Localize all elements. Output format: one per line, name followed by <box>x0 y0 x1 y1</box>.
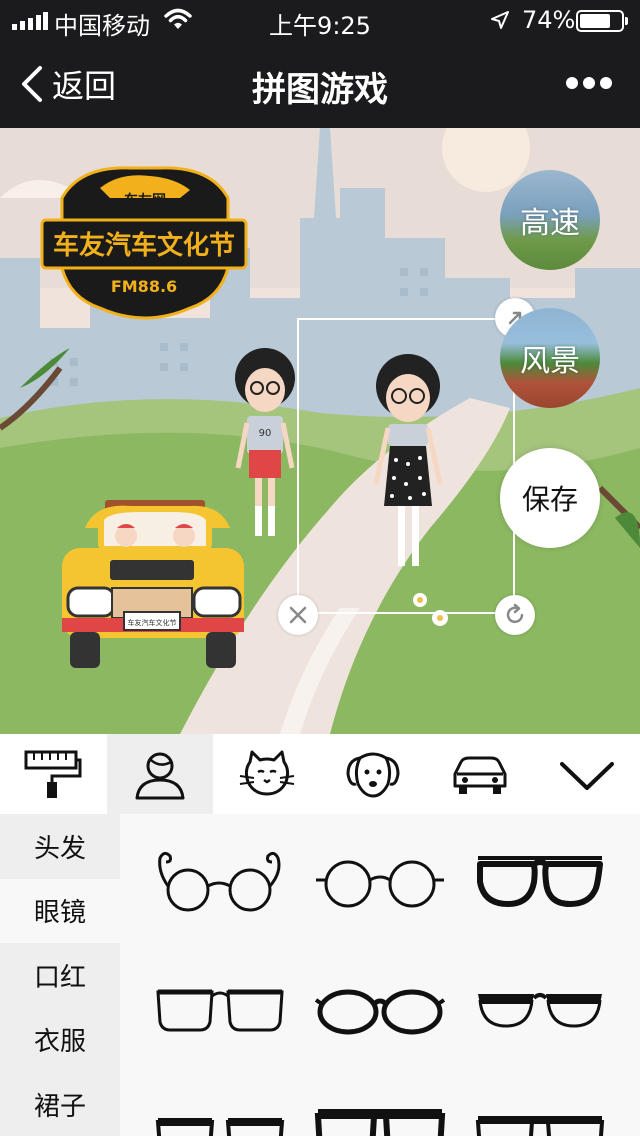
glasses-item[interactable] <box>474 842 606 922</box>
more-dot-icon <box>566 77 578 89</box>
glasses-item[interactable] <box>154 842 286 922</box>
status-bar: 中国移动 上午9:25 74% <box>0 0 640 40</box>
more-button[interactable] <box>566 76 612 90</box>
glasses-item[interactable] <box>314 842 446 922</box>
scenery-scene-button[interactable]: 风景 <box>500 308 600 408</box>
glasses-item[interactable] <box>474 1096 606 1136</box>
category-item-hair[interactable]: 头发 <box>0 814 120 879</box>
category-list: 头发 眼镜 口红 衣服 裙子 <box>0 814 120 1136</box>
more-dot-icon <box>583 77 595 89</box>
battery-icon <box>576 10 628 32</box>
location-arrow-icon <box>491 11 509 29</box>
battery-percent: 74% <box>522 6 576 34</box>
car-icon <box>453 756 507 794</box>
cat-icon <box>239 750 295 796</box>
page-title: 拼图游戏 <box>252 70 388 110</box>
category-label: 衣服 <box>33 1027 86 1058</box>
curly-round-glasses-icon <box>158 851 281 912</box>
highway-label: 高速 <box>520 206 580 241</box>
tab-background[interactable] <box>0 734 106 814</box>
paint-roller-icon <box>24 750 82 798</box>
round-thin-glasses-icon <box>316 860 444 908</box>
delete-handle[interactable] <box>278 595 318 635</box>
category-item-glasses[interactable]: 眼镜 <box>0 878 120 943</box>
glasses-item[interactable] <box>314 1096 446 1136</box>
shirt-number: 90 <box>259 428 272 439</box>
partial-glasses-icon <box>475 1116 605 1136</box>
glasses-item[interactable] <box>154 970 286 1050</box>
category-item-lipstick[interactable]: 口红 <box>0 943 120 1008</box>
license-plate-text: 车友汽车文化节 <box>128 618 177 627</box>
glasses-item[interactable] <box>154 1096 286 1136</box>
partial-glasses-icon <box>314 1109 446 1136</box>
tab-person[interactable] <box>107 734 213 814</box>
aviator-bold-glasses-icon <box>477 856 603 907</box>
more-dot-icon <box>600 77 612 89</box>
rotate-icon <box>506 603 524 624</box>
scenery-label: 风景 <box>520 344 580 379</box>
tab-expand[interactable] <box>534 734 640 814</box>
save-label: 保存 <box>521 483 578 516</box>
tab-dog[interactable] <box>320 734 426 814</box>
category-item-clothes[interactable]: 衣服 <box>0 1008 120 1073</box>
close-icon <box>289 606 307 624</box>
chevron-down-icon <box>560 762 614 790</box>
selection-frame[interactable] <box>297 318 515 614</box>
category-tab-bar <box>0 734 640 814</box>
tab-car[interactable] <box>427 734 533 814</box>
category-item-skirt[interactable]: 裙子 <box>0 1072 120 1137</box>
glasses-item[interactable] <box>474 970 606 1050</box>
save-button[interactable]: 保存 <box>500 448 600 548</box>
nav-bar: 返回 拼图游戏 <box>0 40 640 128</box>
puzzle-canvas[interactable]: 车友网 车友汽车文化节 FM88.6 90 车友汽车文化节 高速 风景 保存 <box>0 128 640 734</box>
category-label: 裙子 <box>33 1091 86 1122</box>
tab-cat[interactable] <box>214 734 320 814</box>
oval-bold-glasses-icon <box>314 989 446 1035</box>
rotate-handle[interactable] <box>495 595 535 635</box>
logo-top-text: 车友网 <box>124 192 166 209</box>
person-icon <box>135 752 185 800</box>
logo-sub-text: FM88.6 <box>111 277 177 296</box>
square-thin-glasses-icon <box>156 989 284 1032</box>
category-label: 头发 <box>33 833 86 864</box>
glasses-item[interactable] <box>314 970 446 1050</box>
category-label: 口红 <box>33 962 86 993</box>
logo-main-text: 车友汽车文化节 <box>53 230 235 261</box>
partial-glasses-icon <box>155 1118 285 1136</box>
browline-glasses-icon <box>478 993 602 1028</box>
dog-icon <box>346 752 400 798</box>
item-grid <box>120 814 640 1136</box>
highway-scene-button[interactable]: 高速 <box>500 170 600 270</box>
category-label: 眼镜 <box>33 898 86 929</box>
